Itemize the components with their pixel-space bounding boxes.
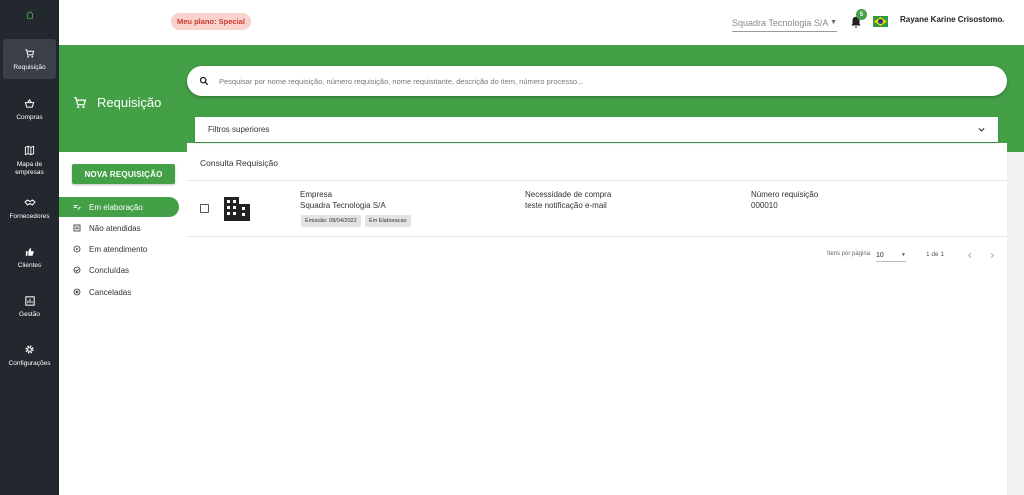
requisition-number-label: Número requisição — [751, 190, 819, 199]
home-icon — [25, 11, 34, 19]
emission-date-chip: Emissão: 08/04/2022 — [301, 215, 361, 227]
top-bar: Meu plano: Special Squadra Tecnologia S/… — [59, 0, 1024, 45]
document-icon — [73, 224, 81, 232]
nav-item-label: Clientes — [17, 261, 42, 269]
chevron-down-icon: ▼ — [901, 252, 906, 258]
basket-icon — [24, 98, 35, 108]
thumbs-up-icon — [25, 247, 34, 256]
search-icon[interactable] — [199, 76, 209, 86]
play-circle-icon — [73, 245, 81, 253]
next-page-button[interactable] — [986, 248, 998, 262]
company-label: Empresa — [300, 190, 333, 199]
nav-item-clientes[interactable]: Clientes — [3, 237, 56, 277]
status-item-nao-atendidas[interactable]: Não atendidas — [59, 218, 179, 238]
chevron-down-icon: ▼ — [830, 19, 837, 26]
gear-icon — [25, 345, 34, 354]
divider — [187, 236, 1007, 237]
map-icon — [24, 145, 35, 156]
items-per-page-label: Itens por página — [827, 251, 871, 257]
company-select-value: Squadra Tecnologia S/A — [732, 17, 829, 28]
check-circle-icon — [73, 266, 81, 274]
chevron-left-icon — [967, 252, 972, 258]
status-item-label: Em atendimento — [89, 244, 148, 254]
dashboard-icon — [24, 295, 35, 306]
brazil-flag-icon[interactable] — [873, 16, 888, 27]
items-per-page-value: 10 — [876, 251, 884, 259]
nav-item-configuracoes[interactable]: Configurações — [3, 335, 56, 375]
status-item-label: Não atendidas — [89, 223, 141, 233]
notification-count-badge: 5 — [856, 9, 867, 20]
nav-item-label: Mapa de empresas — [15, 160, 44, 176]
purchase-need-label: Necessidade de compra — [525, 190, 612, 199]
previous-page-button[interactable] — [964, 248, 976, 262]
nav-item-requisicao[interactable]: Requisição — [3, 39, 56, 79]
search-bar[interactable] — [187, 66, 1007, 96]
user-menu-chevron-icon[interactable]: ⌄ — [1000, 16, 1006, 24]
nav-item-compras[interactable]: Compras — [3, 89, 56, 129]
company-select[interactable]: Squadra Tecnologia S/A ▼ — [732, 14, 837, 32]
pagination-range: 1 de 1 — [926, 251, 945, 258]
top-filters-expander[interactable]: Filtros superiores — [195, 117, 998, 142]
cart-icon — [74, 96, 87, 108]
plan-badge[interactable]: Meu plano: Special — [171, 13, 251, 30]
company-value: Squadra Tecnologia S/A — [300, 201, 386, 210]
new-requisition-button[interactable]: NOVA REQUISIÇÃO — [72, 164, 175, 184]
nav-item-mapa-de-empresas[interactable]: Mapa de empresas — [3, 138, 56, 182]
status-item-label: Canceladas — [89, 287, 132, 297]
nav-item-fornecedores[interactable]: Fornecedores — [3, 188, 56, 228]
nav-item-label: Compras — [16, 113, 43, 121]
user-name[interactable]: Rayane Karine Crisostomo — [900, 15, 1002, 24]
requisition-number-value: 000010 — [751, 201, 778, 210]
page-title-area: Requisição — [73, 95, 161, 110]
search-input[interactable] — [219, 76, 979, 86]
nav-item-label: Configurações — [8, 359, 51, 367]
results-title: Consulta Requisição — [200, 158, 278, 168]
purchase-need-value: teste notificação e-mail — [525, 201, 607, 210]
nav-item-gestao[interactable]: Gestão — [3, 286, 56, 326]
edit-list-icon — [73, 205, 81, 211]
status-item-label: Concluídas — [89, 265, 130, 275]
status-chip: Em Elaboracao — [365, 215, 411, 227]
nav-item-label: Requisição — [13, 63, 46, 71]
items-per-page-select[interactable]: 10 ▼ — [876, 249, 906, 262]
row-checkbox[interactable] — [200, 204, 209, 213]
divider — [187, 180, 1007, 181]
status-item-label: Em elaboração — [89, 202, 143, 212]
status-item-concluidas[interactable]: Concluídas — [59, 260, 179, 280]
nav-item-label: Fornecedores — [9, 212, 50, 220]
building-icon — [224, 197, 250, 221]
status-item-canceladas[interactable]: Canceladas — [59, 282, 179, 302]
left-nav-rail: Requisição Compras Mapa de empresas Forn… — [0, 0, 59, 495]
handshake-icon — [23, 198, 36, 206]
page-title: Requisição — [97, 95, 162, 110]
chevron-right-icon — [990, 252, 995, 258]
chevron-down-icon — [978, 127, 985, 132]
top-filters-label: Filtros superiores — [208, 125, 270, 134]
status-item-em-elaboracao[interactable]: Em elaboração — [59, 197, 179, 217]
home-button[interactable] — [0, 4, 59, 26]
cancel-circle-icon — [73, 288, 81, 296]
status-item-em-atendimento[interactable]: Em atendimento — [59, 239, 179, 259]
cart-icon — [25, 49, 35, 58]
nav-item-label: Gestão — [19, 310, 40, 318]
